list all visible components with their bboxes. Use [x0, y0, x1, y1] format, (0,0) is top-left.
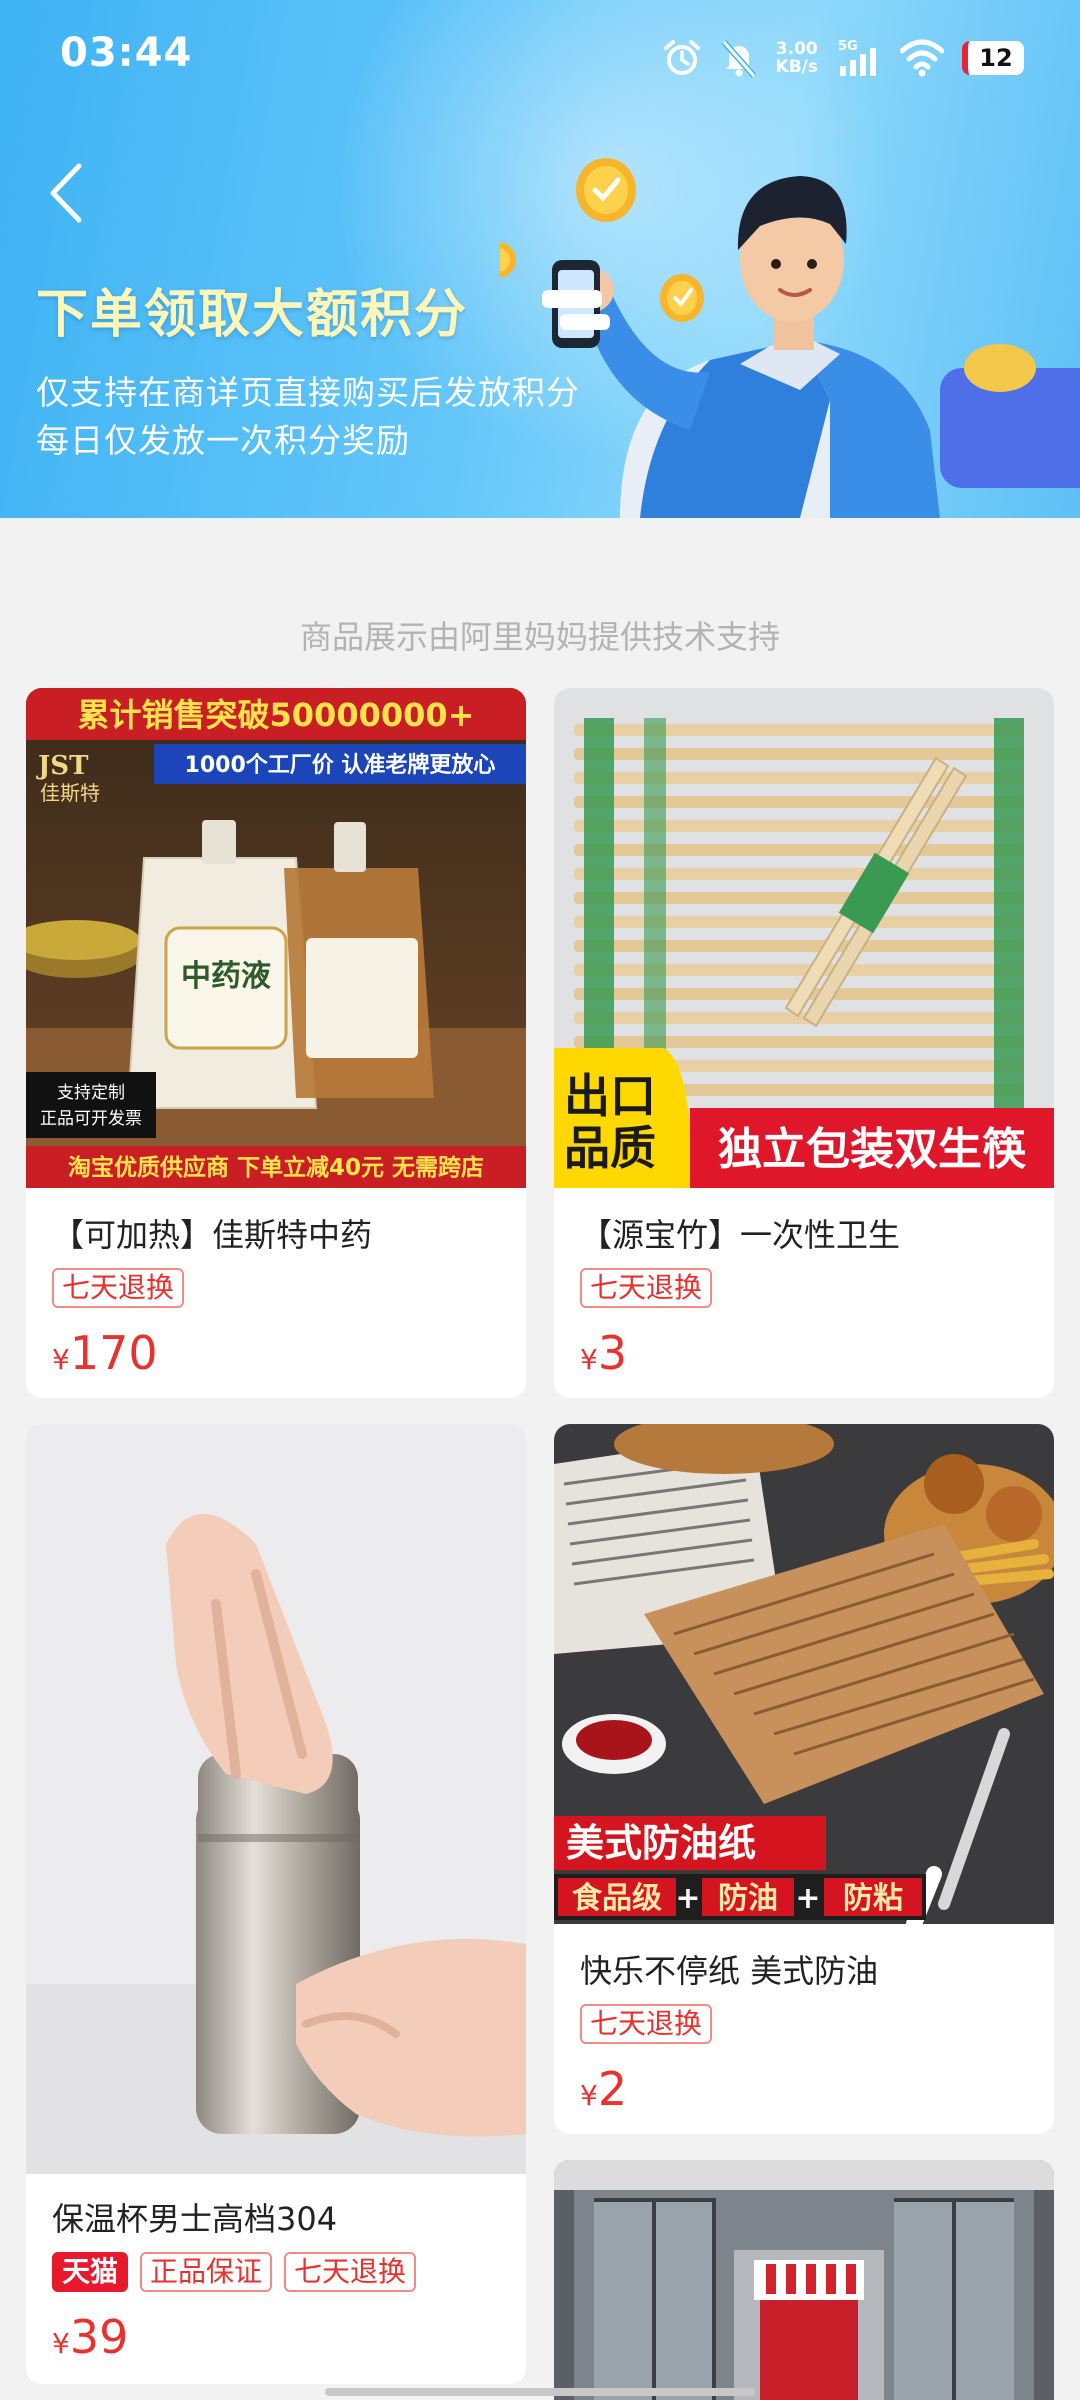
- mute-bell-icon: [721, 40, 756, 78]
- product-card[interactable]: 累计销售突破50000000+ JST 佳斯特 1000个工厂价 认准老牌更放心…: [26, 688, 526, 1398]
- product-card[interactable]: 出口 品质 独立包装双生筷 【源宝竹】一次性卫生 七天退换 ¥3: [554, 688, 1054, 1398]
- image-top-banner-text: 累计销售突破50000000+: [78, 696, 475, 734]
- product-tags: 七天退换: [52, 1268, 185, 1308]
- product-price: ¥3: [580, 1326, 627, 1380]
- product-card[interactable]: 美式防油纸 食品级 + 防油 + 防粘 快乐不停纸 美式防油 七天退换 ¥2: [554, 1424, 1054, 2134]
- coin-icon: [576, 158, 636, 222]
- banner-subtitle-1: 仅支持在商详页直接购买后发放积分: [36, 373, 580, 412]
- product-image: [554, 2160, 1054, 2400]
- coin-icon: [500, 242, 516, 278]
- battery-indicator: 12: [962, 41, 1024, 75]
- image-bottom-banner-text: 独立包装双生筷: [718, 1124, 1027, 1175]
- chevron-left-icon: [50, 163, 82, 223]
- product-price: ¥2: [580, 2062, 627, 2116]
- network-speed: 3.00 KB/s: [776, 40, 818, 76]
- image-brand-text: JST: [36, 751, 89, 781]
- return-policy-badge: 七天退换: [52, 1268, 185, 1308]
- banner-mascot-illustration: [500, 158, 1080, 518]
- network-speed-unit: KB/s: [775, 57, 818, 77]
- image-headline-text: 美式防油纸: [566, 1821, 756, 1865]
- home-indicator[interactable]: [325, 2388, 755, 2396]
- status-bar: 03:44 3.00 KB/s 5G 12: [0, 0, 1080, 116]
- product-image: 累计销售突破50000000+ JST 佳斯特 1000个工厂价 认准老牌更放心…: [26, 688, 526, 1188]
- product-tags: 七天退换: [580, 2004, 713, 2044]
- image-bag-label-text: 中药液: [181, 959, 271, 994]
- image-feature1-text: 食品级: [572, 1881, 662, 1916]
- price-value: 39: [69, 2310, 129, 2364]
- product-image: 美式防油纸 食品级 + 防油 + 防粘: [554, 1424, 1054, 1924]
- price-value: 170: [69, 1326, 158, 1380]
- product-title[interactable]: 快乐不停纸 美式防油: [580, 1946, 878, 1992]
- image-badge-line1: 出口: [564, 1069, 656, 1123]
- return-policy-badge: 七天退换: [580, 1268, 713, 1308]
- image-custom-text: 支持定制: [57, 1083, 125, 1103]
- authentic-guarantee-badge: 正品保证: [140, 2252, 273, 2292]
- product-price: ¥39: [52, 2310, 128, 2364]
- network-speed-value: 3.00: [775, 39, 818, 59]
- product-image: [26, 1424, 526, 2174]
- product-tags: 天猫 正品保证 七天退换: [52, 2252, 417, 2292]
- price-value: 2: [597, 2062, 628, 2116]
- back-button[interactable]: [32, 158, 102, 228]
- status-time: 03:44: [60, 30, 193, 76]
- network-type-label: 5G: [838, 39, 858, 54]
- banner-subtitle-2: 每日仅发放一次积分奖励: [36, 421, 410, 460]
- product-price: ¥170: [52, 1326, 158, 1380]
- product-tags: 七天退换: [580, 1268, 713, 1308]
- image-feature3-text: 防粘: [843, 1881, 903, 1916]
- return-policy-badge: 七天退换: [284, 2252, 417, 2292]
- banner-title: 下单领取大额积分: [36, 285, 469, 345]
- ad-disclaimer-text: 商品展示由阿里妈妈提供技术支持: [299, 618, 780, 656]
- currency-symbol: ¥: [580, 2079, 598, 2112]
- return-policy-badge: 七天退换: [580, 2004, 713, 2044]
- price-value: 3: [597, 1326, 628, 1380]
- status-icons: 3.00 KB/s 5G 12: [662, 34, 1024, 82]
- image-bottom-banner-text: 淘宝优质供应商 下单立减40元 无需跨店: [68, 1154, 484, 1181]
- product-card[interactable]: [554, 2160, 1054, 2400]
- wifi-icon: [900, 39, 944, 77]
- image-plus-text: +: [795, 1881, 820, 1916]
- image-invoice-text: 正品可开发票: [40, 1109, 142, 1129]
- image-slogan-text: 1000个工厂价 认准老牌更放心: [185, 752, 496, 778]
- tmall-badge: 天猫: [52, 2252, 129, 2292]
- product-title[interactable]: 【源宝竹】一次性卫生: [580, 1210, 900, 1256]
- image-brand-cn-text: 佳斯特: [40, 781, 100, 805]
- image-feature2-text: 防油: [718, 1881, 778, 1916]
- currency-symbol: ¥: [52, 2327, 70, 2360]
- alarm-icon: [663, 40, 700, 75]
- product-title[interactable]: 【可加热】佳斯特中药: [52, 1210, 372, 1256]
- promo-banner: 03:44 3.00 KB/s 5G 12 下单领取大额积分 仅支持在商详页直接…: [0, 0, 1080, 518]
- image-badge-line2: 品质: [564, 1121, 656, 1175]
- coin-icon: [660, 274, 704, 322]
- currency-symbol: ¥: [580, 1343, 598, 1376]
- product-title[interactable]: 保温杯男士高档304: [52, 2194, 337, 2240]
- product-card[interactable]: 保温杯男士高档304 天猫 正品保证 七天退换 ¥39: [26, 1424, 526, 2384]
- product-image: 出口 品质 独立包装双生筷: [554, 688, 1054, 1188]
- signal-5g-icon: 5G: [838, 39, 876, 76]
- currency-symbol: ¥: [52, 1343, 70, 1376]
- image-plus-text: +: [675, 1881, 700, 1916]
